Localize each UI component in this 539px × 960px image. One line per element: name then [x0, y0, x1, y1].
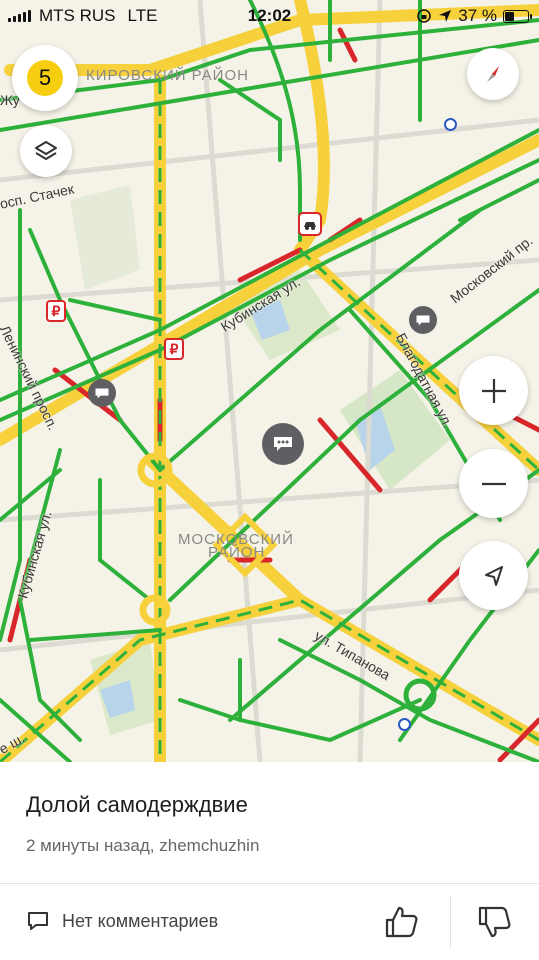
layers-button[interactable]	[20, 125, 72, 177]
lock-rotation-icon	[417, 9, 431, 23]
chat-bubble-icon[interactable]	[88, 379, 116, 407]
locate-button[interactable]	[459, 541, 528, 610]
zoom-in-button[interactable]	[459, 356, 528, 425]
metro-icon[interactable]	[444, 118, 457, 131]
district-label-rayon: РАЙОН	[208, 544, 266, 561]
ruble-icon[interactable]: ₽	[164, 338, 184, 360]
event-card: Долой самодерждвие 2 минуты назад, zhemc…	[0, 762, 539, 960]
map[interactable]: КИРОВСКИЙ РАЙОН МОСКОВСКИЙ РАЙОН осп. Ст…	[0, 0, 539, 762]
chat-bubble-icon[interactable]	[409, 306, 437, 334]
zoom-out-button[interactable]	[459, 449, 528, 518]
chat-bubble-icon[interactable]	[262, 423, 304, 465]
accident-icon[interactable]	[298, 212, 322, 236]
comments-button[interactable]: Нет комментариев	[26, 910, 218, 932]
ruble-icon[interactable]: ₽	[46, 300, 66, 322]
minus-icon	[481, 482, 506, 485]
location-services-icon	[439, 10, 452, 22]
like-button[interactable]	[381, 902, 421, 942]
road-network	[0, 0, 539, 762]
battery-percent: 37 %	[458, 6, 497, 25]
divider	[450, 896, 451, 948]
compass-icon	[487, 66, 499, 82]
comment-icon	[28, 912, 48, 930]
status-bar: MTS RUS LTE 12:02 37 %	[0, 0, 539, 34]
traffic-score-button[interactable]: 5	[12, 45, 78, 111]
layers-icon	[35, 141, 57, 160]
district-label-kirovsky: КИРОВСКИЙ РАЙОН	[86, 67, 249, 84]
metro-icon[interactable]	[398, 718, 411, 731]
comments-label: Нет комментариев	[62, 910, 219, 931]
dislike-button[interactable]	[474, 902, 514, 942]
thumbs-down-icon	[478, 906, 511, 938]
thumbs-up-icon	[385, 906, 418, 938]
traffic-score-icon: 5	[27, 60, 63, 96]
event-meta: 2 минуты назад, zhemchuzhin	[26, 836, 260, 855]
location-arrow-icon	[484, 565, 503, 586]
compass-button[interactable]	[467, 48, 519, 100]
plus-icon	[481, 378, 506, 403]
battery-icon	[503, 9, 532, 23]
event-title: Долой самодерждвие	[26, 792, 248, 817]
divider	[0, 883, 539, 884]
